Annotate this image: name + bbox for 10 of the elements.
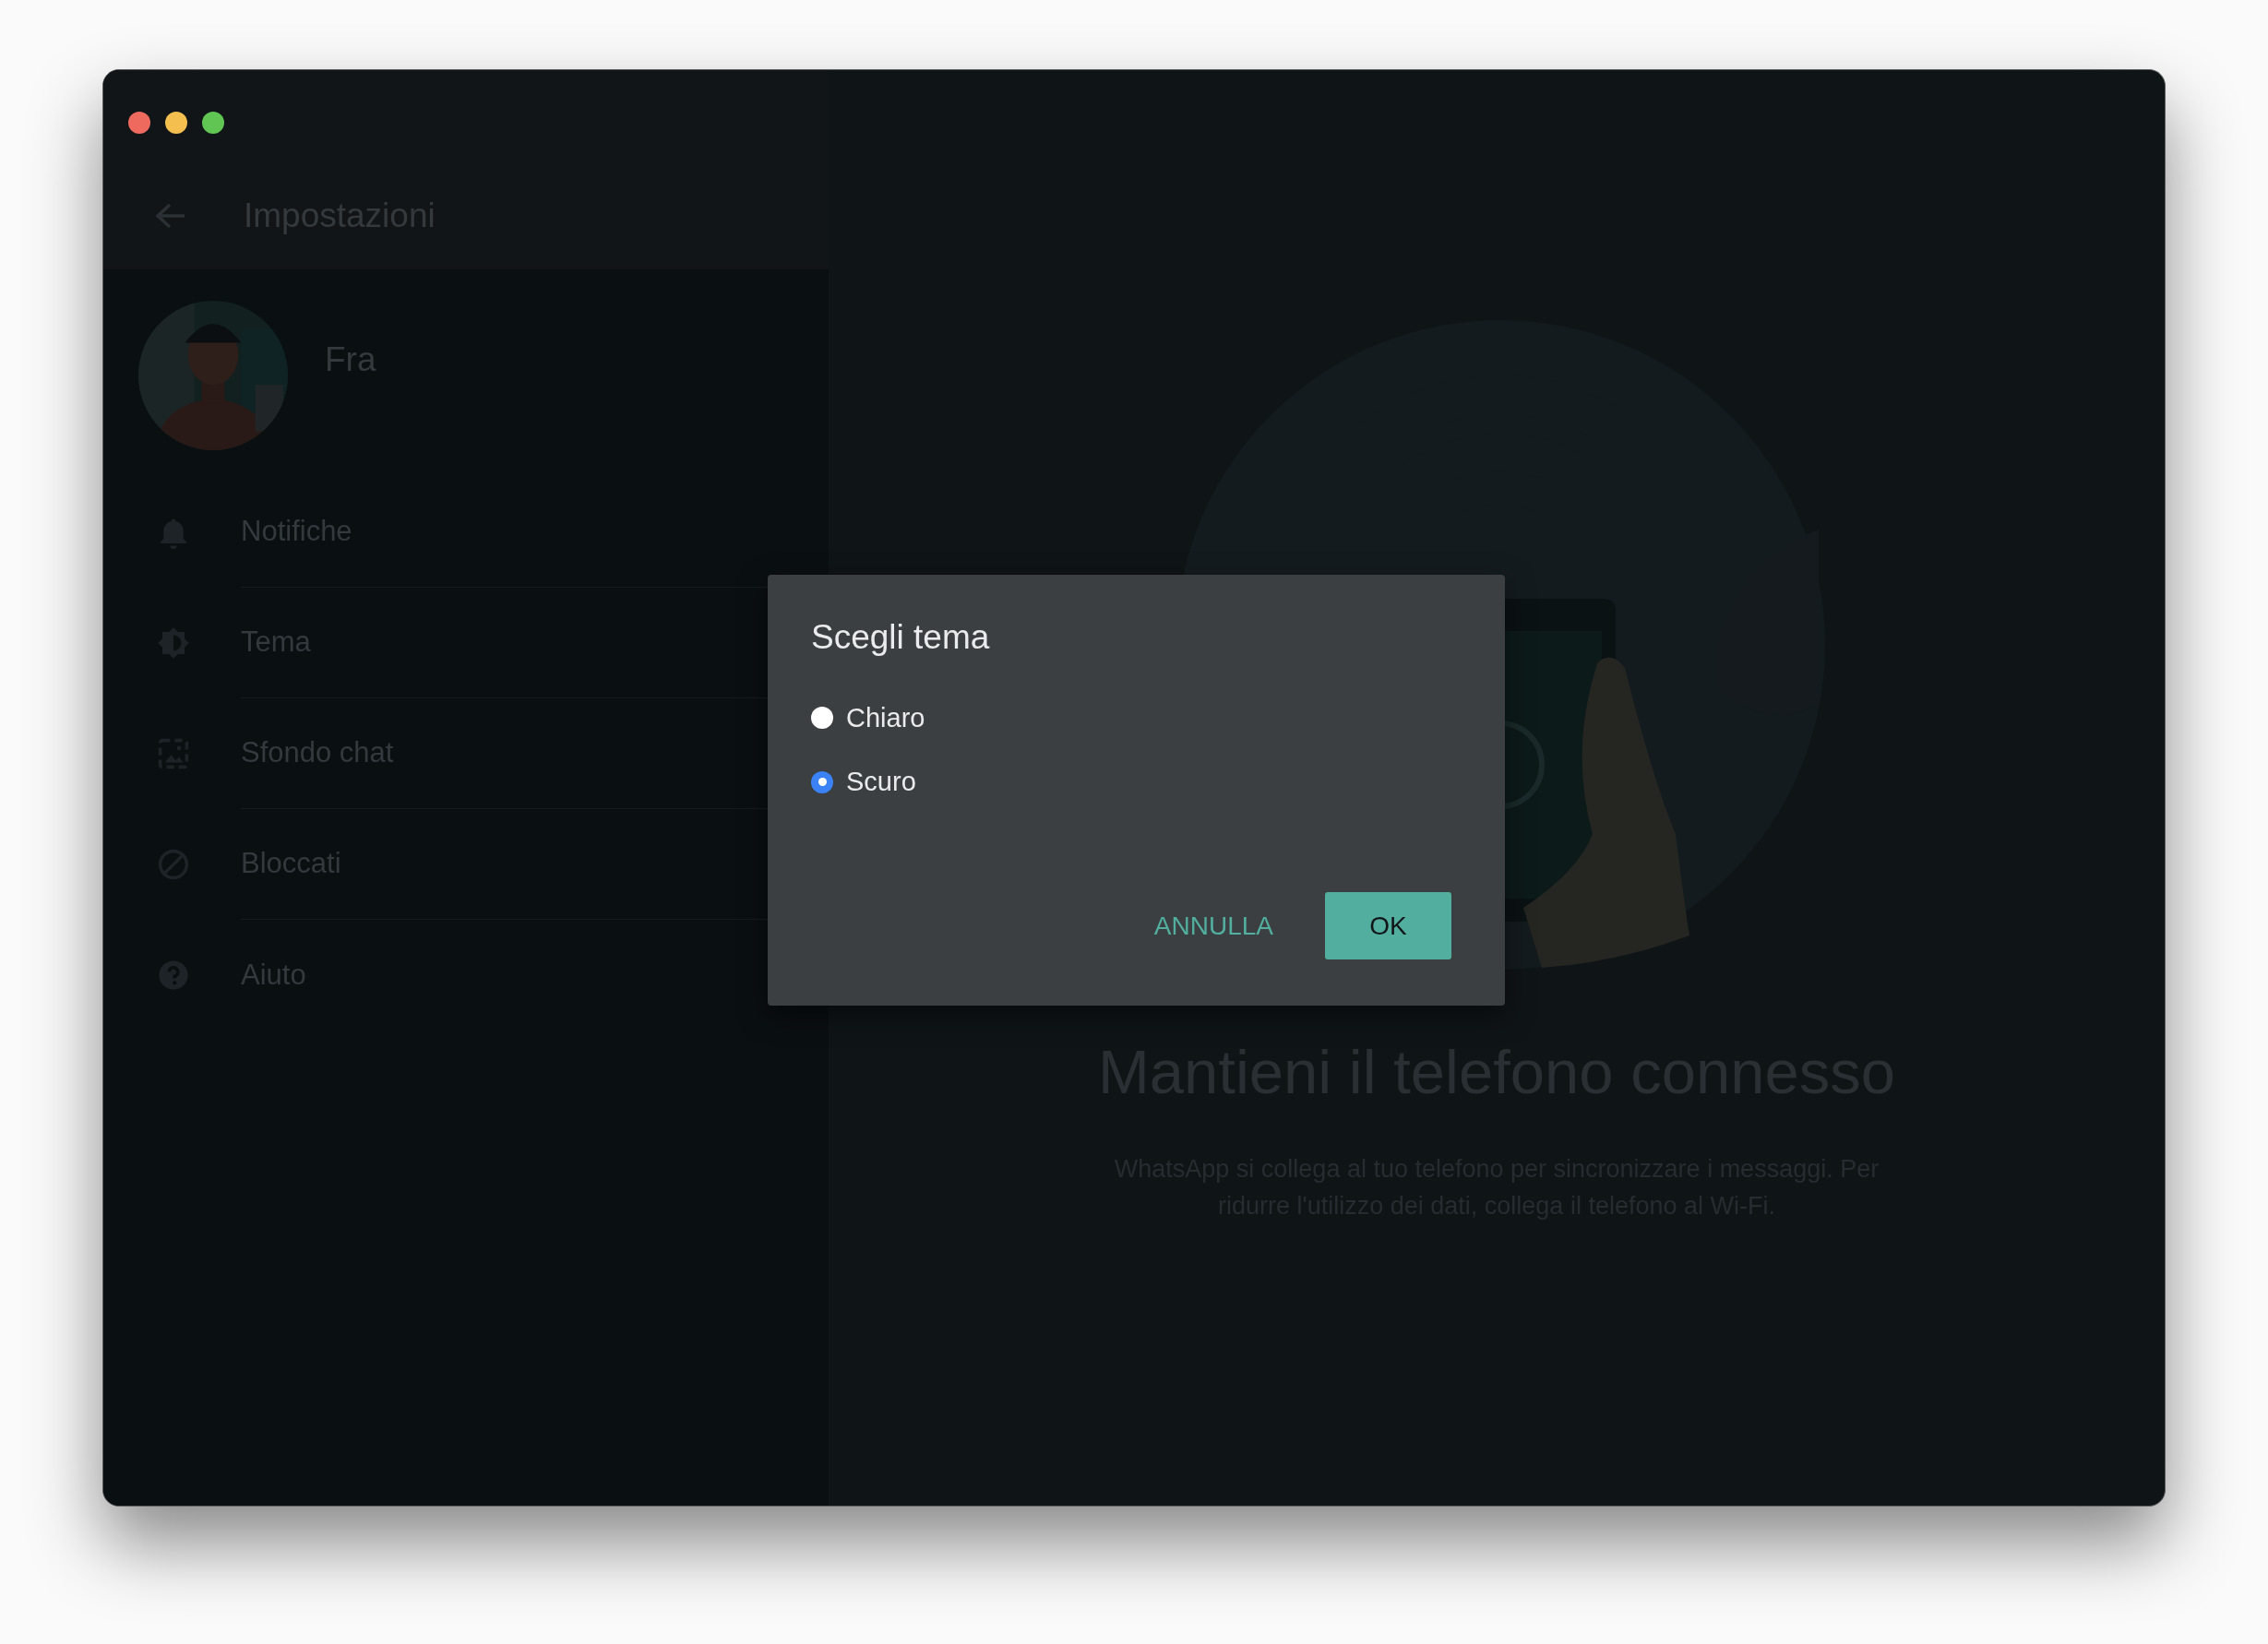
radio-button[interactable] <box>811 707 833 730</box>
window-control[interactable] <box>128 112 150 134</box>
radio-label[interactable]: Chiaro <box>846 697 925 738</box>
radio-label[interactable]: Scuro <box>846 762 916 803</box>
window-control[interactable] <box>165 112 187 134</box>
radio-button[interactable] <box>811 770 833 793</box>
window-control[interactable] <box>202 112 224 134</box>
ok-button[interactable]: OK <box>1325 892 1451 959</box>
cancel-button[interactable]: ANNULLA <box>1153 906 1273 946</box>
dialog-title: Scegli tema <box>811 617 991 658</box>
